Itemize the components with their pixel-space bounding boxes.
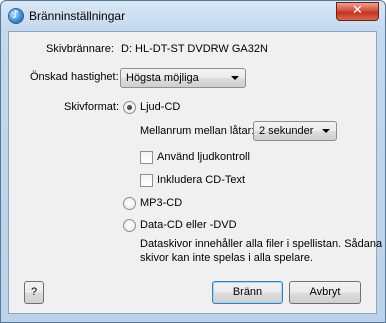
cd-text-label[interactable]: Inkludera CD-Text <box>157 174 245 186</box>
help-button[interactable]: ? <box>24 281 44 304</box>
burn-button[interactable]: Bränn <box>212 281 283 304</box>
cancel-button[interactable]: Avbryt <box>289 281 361 304</box>
speed-selected-value: Högsta möjliga <box>126 72 199 84</box>
cd-text-checkbox[interactable] <box>140 174 153 187</box>
burner-label: Skivbrännare: <box>46 43 114 55</box>
chevron-down-icon <box>322 129 330 133</box>
volume-leveling-checkbox[interactable] <box>140 151 153 164</box>
track-gap-selected-value: 2 sekunder <box>259 125 314 137</box>
close-button[interactable]: ✕ <box>336 2 379 21</box>
mp3-cd-radio[interactable] <box>123 197 136 210</box>
chevron-down-icon <box>231 76 239 80</box>
volume-leveling-label[interactable]: Använd ljudkontroll <box>157 151 250 163</box>
window-title: Bränninställningar <box>29 9 126 23</box>
format-label: Skivformat: <box>64 101 120 113</box>
audio-cd-label[interactable]: Ljud-CD <box>140 101 180 113</box>
speed-dropdown[interactable]: Högsta möjliga <box>120 68 246 88</box>
dialog-window: Bränninställningar ✕ Skivbrännare: D: HL… <box>0 0 386 323</box>
track-gap-label: Mellanrum mellan låtar: <box>140 125 255 137</box>
data-note-line1: Dataskivor innehåller alla filer i spell… <box>140 238 383 250</box>
mp3-cd-label[interactable]: MP3-CD <box>140 197 182 209</box>
dialog-body: Skivbrännare: D: HL-DT-ST DVDRW GA32N Ön… <box>8 31 382 314</box>
media-player-icon <box>8 8 24 24</box>
track-gap-dropdown[interactable]: 2 sekunder <box>253 121 337 141</box>
burner-value: D: HL-DT-ST DVDRW GA32N <box>121 43 268 55</box>
data-disc-label[interactable]: Data-CD eller -DVD <box>140 219 237 231</box>
audio-cd-radio[interactable] <box>123 101 136 114</box>
data-note-line2: skivor kan inte spelas i alla spelare. <box>140 252 314 264</box>
close-icon: ✕ <box>352 3 363 18</box>
data-disc-radio[interactable] <box>123 219 136 232</box>
speed-label: Önskad hastighet: <box>30 71 119 83</box>
title-bar[interactable]: Bränninställningar ✕ <box>1 1 385 31</box>
